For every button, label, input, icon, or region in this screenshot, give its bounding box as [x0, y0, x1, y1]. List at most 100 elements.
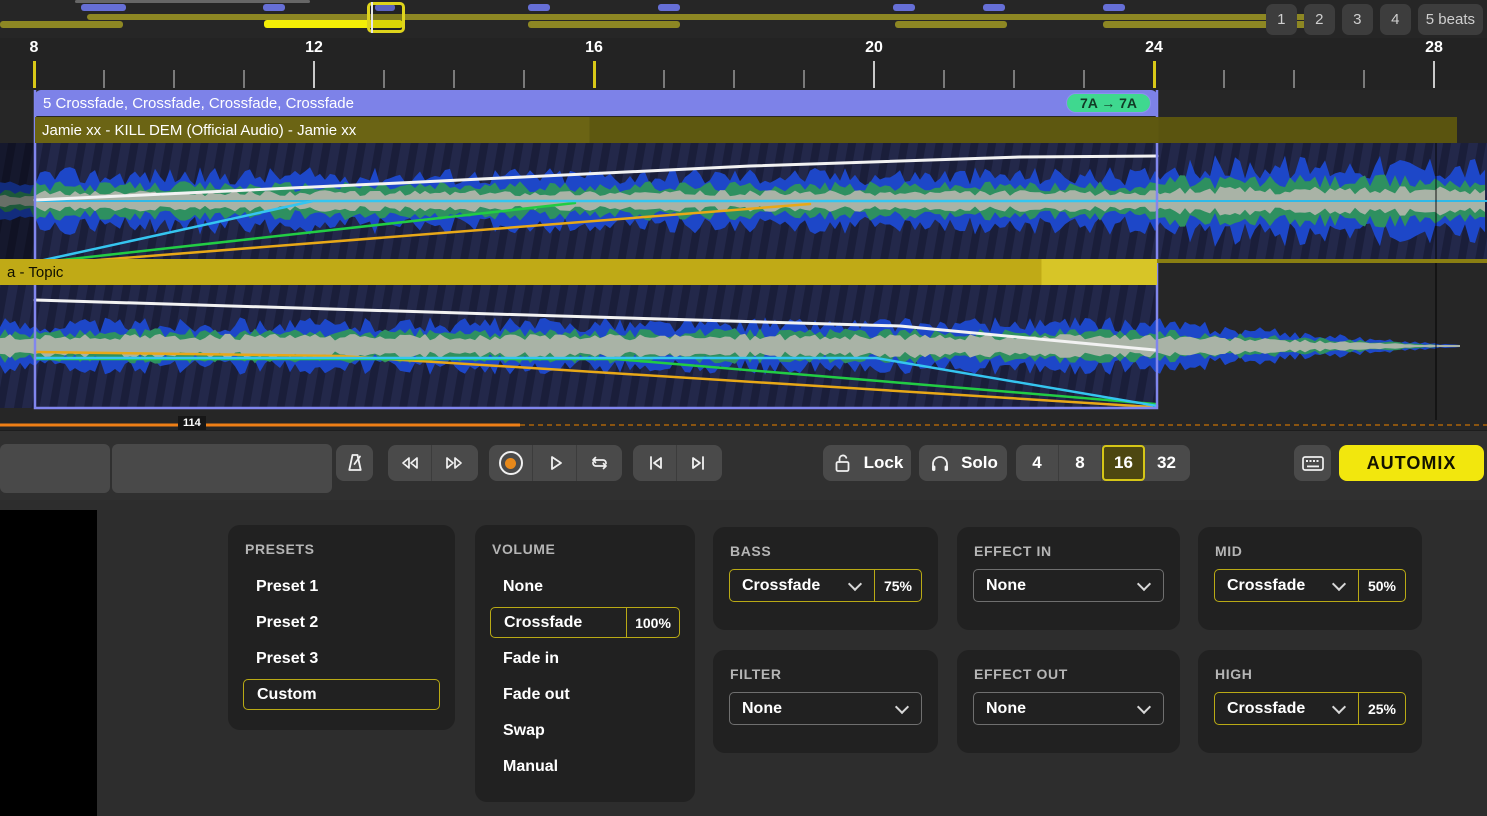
transport-bar: Lock Solo 481632 AUTOMIX [0, 430, 1487, 501]
dj-studio-app: 12345 beats 81216202428 5 Crossfade, Cro… [0, 0, 1487, 816]
record-icon [499, 451, 523, 475]
filter-selected-value: None [742, 700, 782, 718]
effect-out-title: EFFECT OUT [957, 666, 1180, 682]
high-panel: HIGH Crossfade 25% [1198, 650, 1422, 753]
ruler-tick [1433, 61, 1435, 88]
beat-jump-button-2[interactable]: 2 [1304, 4, 1335, 35]
beat-length-16[interactable]: 16 [1102, 445, 1145, 481]
mid-percent[interactable]: 50% [1359, 578, 1405, 594]
skip-start-icon [644, 452, 666, 474]
high-percent[interactable]: 25% [1359, 701, 1405, 717]
track1-title: Jamie xx - KILL DEM (Official Audio) - J… [42, 122, 356, 139]
beat-jump-button-5[interactable]: 5 beats [1418, 4, 1483, 35]
preset-item-preset-3[interactable]: Preset 3 [243, 641, 440, 677]
automix-button[interactable]: AUTOMIX [1339, 445, 1484, 481]
preset-item-preset-1[interactable]: Preset 1 [243, 569, 440, 605]
chevron-down-icon [1137, 699, 1151, 713]
record-button[interactable] [489, 445, 533, 481]
filter-dropdown[interactable]: None [729, 692, 922, 725]
mid-panel: MID Crossfade 50% [1198, 527, 1422, 630]
video-preview-placeholder [0, 510, 97, 816]
effect-in-dropdown[interactable]: None [973, 569, 1164, 602]
minimap-cue-pill [528, 4, 550, 11]
bass-percent[interactable]: 75% [875, 578, 921, 594]
minimap-playhead [371, 2, 373, 33]
metronome-button[interactable] [336, 445, 373, 481]
volume-item-crossfade[interactable]: Crossfade100% [490, 607, 680, 638]
volume-item-fade-in[interactable]: Fade in [490, 641, 680, 677]
bass-panel: BASS Crossfade 75% [713, 527, 938, 630]
presets-title: PRESETS [228, 541, 455, 557]
crossfade-selection-header[interactable]: 5 Crossfade, Crossfade, Crossfade, Cross… [35, 90, 1157, 116]
ruler-tick [383, 70, 385, 88]
effect-out-dropdown[interactable]: None [973, 692, 1164, 725]
beat-jump-button-1[interactable]: 1 [1266, 4, 1297, 35]
chevron-down-icon [847, 576, 861, 590]
ruler-tick [173, 70, 175, 88]
skip-end-button[interactable] [677, 445, 721, 481]
high-dropdown[interactable]: Crossfade 25% [1214, 692, 1406, 725]
beat-jump-button-4[interactable]: 4 [1380, 4, 1411, 35]
seek-group [388, 445, 478, 481]
minimap-track-bar [528, 21, 680, 28]
effect-in-selected-value: None [986, 577, 1026, 595]
beat-length-group: 481632 [1016, 445, 1190, 481]
ruler-tick [243, 70, 245, 88]
track2-title-bar[interactable]: a - Topic [0, 259, 1157, 285]
ruler-tick [1153, 61, 1156, 88]
beat-length-8[interactable]: 8 [1059, 445, 1102, 481]
preset-item-preset-2[interactable]: Preset 2 [243, 605, 440, 641]
solo-button[interactable]: Solo [919, 445, 1007, 481]
ruler-bar-number: 24 [1145, 39, 1163, 57]
rewind-icon [398, 452, 422, 474]
ruler-tick [523, 70, 525, 88]
beat-jump-button-3[interactable]: 3 [1342, 4, 1373, 35]
ruler-bar-number: 12 [305, 39, 323, 57]
ruler-bar-number: 28 [1425, 39, 1443, 57]
chevron-down-icon [1137, 576, 1151, 590]
beat-jump-buttons: 12345 beats [1266, 4, 1483, 35]
mid-dropdown[interactable]: Crossfade 50% [1214, 569, 1406, 602]
beat-length-32[interactable]: 32 [1145, 445, 1188, 481]
ruler-tick [1363, 70, 1365, 88]
volume-percent[interactable]: 100% [626, 608, 679, 637]
play-button[interactable] [533, 445, 577, 481]
bass-dropdown[interactable]: Crossfade 75% [729, 569, 922, 602]
filter-title: FILTER [713, 666, 938, 682]
timeline-ruler[interactable]: 81216202428 [0, 38, 1487, 90]
ruler-tick [313, 61, 315, 88]
fast-forward-button[interactable] [432, 445, 476, 481]
skip-start-button[interactable] [633, 445, 677, 481]
effect-out-selected-value: None [986, 700, 1026, 718]
arrangement-timeline[interactable]: 5 Crossfade, Crossfade, Crossfade, Cross… [0, 90, 1487, 430]
lock-label: Lock [864, 453, 904, 473]
rewind-button[interactable] [388, 445, 432, 481]
minimap-cue-pill [658, 4, 680, 11]
playback-group [489, 445, 622, 481]
left-panel-block-2 [112, 444, 332, 493]
volume-item-fade-out[interactable]: Fade out [490, 677, 680, 713]
minimap-scrollbar[interactable] [75, 0, 310, 3]
beat-length-4[interactable]: 4 [1016, 445, 1059, 481]
skip-end-icon [688, 452, 710, 474]
mix-overview-minimap[interactable]: 12345 beats [0, 0, 1487, 38]
loop-icon [587, 452, 611, 474]
left-panel-block [0, 444, 110, 493]
track1-title-bar[interactable]: Jamie xx - KILL DEM (Official Audio) - J… [35, 117, 1457, 143]
key-match-badge: 7A → 7A [1066, 93, 1151, 113]
minimap-cue-pill [983, 4, 1005, 11]
preset-item-custom[interactable]: Custom [243, 679, 440, 710]
minimap-track-bar [0, 21, 123, 28]
volume-item-none[interactable]: None [490, 569, 680, 605]
ruler-tick [453, 70, 455, 88]
bass-title: BASS [713, 543, 938, 559]
volume-item-swap[interactable]: Swap [490, 713, 680, 749]
lock-button[interactable]: Lock [823, 445, 911, 481]
loop-button[interactable] [577, 445, 621, 481]
keyboard-shortcuts-button[interactable] [1294, 445, 1331, 481]
chevron-down-icon [895, 699, 909, 713]
volume-panel: VOLUME NoneCrossfade100%Fade inFade outS… [475, 525, 695, 802]
volume-item-manual[interactable]: Manual [490, 749, 680, 785]
ruler-bar-number: 8 [30, 39, 39, 57]
high-title: HIGH [1198, 666, 1422, 682]
